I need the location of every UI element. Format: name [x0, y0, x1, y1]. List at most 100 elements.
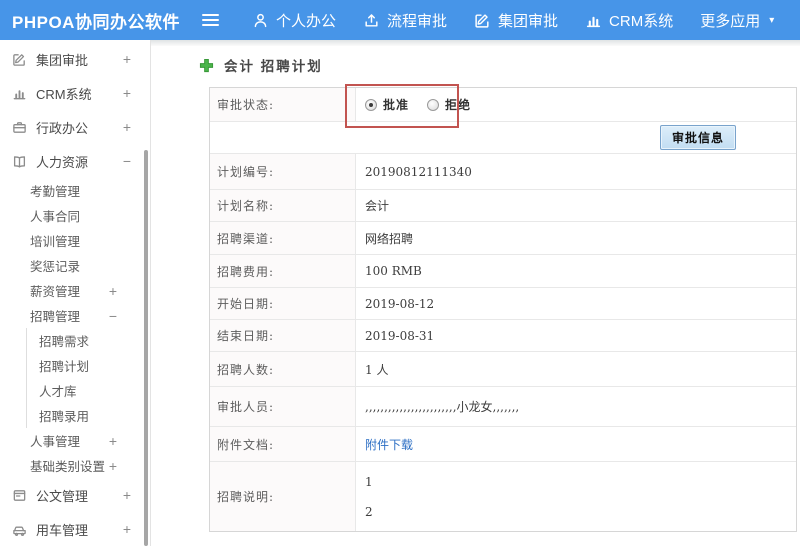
sidebar-item-label[interactable]: CRM系统 [36, 84, 92, 103]
sidebar-item-3[interactable]: 人力资源 − [0, 144, 150, 178]
sidebar-menu: 集团审批 + CRM系统 + 行政办公 + 人力资源 − 考勤管理人事合同培训管理奖惩记录薪资管… [0, 42, 150, 546]
approval-status-options: 批准 拒绝 [365, 96, 471, 113]
sidebar-item-label[interactable]: 人才库 [39, 381, 77, 400]
sidebar-item-2[interactable]: 行政办公 + [0, 110, 150, 144]
sidebar-item-label[interactable]: 人事管理 [30, 431, 80, 450]
top-nav-item-label[interactable]: CRM系统 [609, 10, 673, 31]
field-label: 结束日期: [210, 320, 356, 351]
sidebar-item-label[interactable]: 基础类别设置 [30, 456, 105, 475]
page-title: 会计 招聘计划 [224, 59, 323, 74]
field-label: 招聘人数: [210, 352, 356, 386]
expand-icon[interactable]: + [123, 521, 131, 537]
approval-info-button[interactable]: 审批信息 [659, 125, 736, 150]
sidebar-item-6[interactable]: 培训管理 [0, 228, 150, 253]
top-bar: PHPOA协同办公软件 个人办公 流程审批 集团审批 CRM系统 更多应用 ▾ [0, 0, 800, 40]
reject-radio-option[interactable]: 拒绝 [427, 96, 471, 113]
top-nav-item-label[interactable]: 流程审批 [387, 10, 447, 31]
main-content: 会计 招聘计划 审批状态: 批准 拒绝 审批信息 计划编号: 201908121… [151, 40, 800, 546]
approve-radio-option[interactable]: 批准 [365, 96, 409, 113]
sidebar-item-11[interactable]: 招聘计划 [26, 353, 150, 378]
chevron-down-icon[interactable]: ▾ [769, 15, 774, 26]
sidebar-item-15[interactable]: 基础类别设置 + [0, 453, 150, 478]
top-nav-item[interactable]: 更多应用 ▾ [700, 10, 774, 31]
car-icon [12, 522, 27, 537]
sidebar-scrollbar[interactable] [144, 150, 148, 546]
sidebar-item-label[interactable]: 集团审批 [36, 50, 88, 69]
collapse-icon[interactable]: − [123, 153, 131, 169]
sidebar-item-label[interactable]: 用车管理 [36, 520, 88, 539]
sidebar-item-10[interactable]: 招聘需求 [26, 328, 150, 353]
expand-icon[interactable]: + [123, 51, 131, 67]
radio-approve-label[interactable]: 批准 [383, 96, 409, 113]
top-nav-item-label[interactable]: 个人办公 [276, 10, 336, 31]
top-nav-item[interactable]: 流程审批 [363, 10, 447, 31]
table-row: 审批人员: ,,,,,,,,,,,,,,,,,,,,,,,,小龙女,,,,,,, [210, 386, 796, 426]
sidebar-item-label[interactable]: 培训管理 [30, 231, 80, 250]
sidebar-item-7[interactable]: 奖惩记录 [0, 253, 150, 278]
sidebar-item-label[interactable]: 招聘需求 [39, 331, 89, 350]
field-value: 网络招聘 [365, 231, 414, 246]
sidebar-item-17[interactable]: 用车管理 + [0, 512, 150, 546]
top-nav-item[interactable]: CRM系统 [585, 10, 673, 31]
sidebar-item-label[interactable]: 人力资源 [36, 152, 88, 171]
sidebar-item-label[interactable]: 行政办公 [36, 118, 88, 137]
bar-chart-icon [585, 12, 602, 29]
expand-icon[interactable]: + [123, 487, 131, 503]
user-icon [252, 12, 269, 29]
doc-icon [12, 488, 27, 503]
top-nav-item-label[interactable]: 集团审批 [498, 10, 558, 31]
field-value: 会计 [365, 199, 390, 213]
sidebar-item-9[interactable]: 招聘管理 − [0, 303, 150, 328]
sidebar-item-4[interactable]: 考勤管理 [0, 178, 150, 203]
sidebar-item-label[interactable]: 招聘录用 [39, 406, 89, 425]
sidebar-item-13[interactable]: 招聘录用 [26, 403, 150, 428]
title-row: 会计 招聘计划 [199, 56, 800, 74]
sidebar-item-0[interactable]: 集团审批 + [0, 42, 150, 76]
field-label: 招聘费用: [210, 255, 356, 287]
expand-icon[interactable]: + [109, 283, 117, 299]
add-icon[interactable] [199, 58, 214, 73]
collapse-icon[interactable]: − [109, 308, 117, 324]
top-nav-item[interactable]: 个人办公 [252, 10, 336, 31]
edit-square-icon [12, 52, 27, 67]
edit-square-icon [474, 12, 491, 29]
table-row: 附件文档: 附件下载 [210, 426, 796, 461]
sidebar-item-12[interactable]: 人才库 [26, 378, 150, 403]
sidebar-item-label[interactable]: 公文管理 [36, 486, 88, 505]
sidebar-item-16[interactable]: 公文管理 + [0, 478, 150, 512]
field-label: 审批人员: [210, 387, 356, 426]
hamburger-menu-icon[interactable] [202, 14, 222, 26]
radio-approve[interactable] [365, 98, 377, 111]
top-nav-item-label[interactable]: 更多应用 [700, 10, 760, 31]
attachment-download-link[interactable]: 附件下载 [365, 436, 413, 453]
expand-icon[interactable]: + [123, 85, 131, 101]
expand-icon[interactable]: + [109, 433, 117, 449]
expand-icon[interactable]: + [109, 458, 117, 474]
sidebar-item-label[interactable]: 招聘管理 [30, 306, 80, 325]
field-value: 20190812111340 [365, 164, 472, 179]
radio-reject[interactable] [427, 98, 440, 111]
field-label: 招聘渠道: [210, 222, 356, 254]
sidebar-item-label[interactable]: 考勤管理 [30, 181, 80, 200]
field-value: ,,,,,,,,,,,,,,,,,,,,,,,,小龙女,,,,,,, [365, 400, 520, 414]
recruit-plan-form: 审批状态: 批准 拒绝 审批信息 计划编号: 20190812111340 计划名称… [209, 87, 797, 532]
table-row: 招聘费用: 100 RMB [210, 254, 796, 287]
field-value: 2019-08-31 [365, 328, 435, 343]
field-value: 1 人 [365, 362, 389, 377]
sidebar-item-14[interactable]: 人事管理 + [0, 428, 150, 453]
field-label: 招聘说明: [210, 462, 356, 531]
sidebar-item-label[interactable]: 奖惩记录 [30, 256, 80, 275]
sidebar-item-1[interactable]: CRM系统 + [0, 76, 150, 110]
sidebar-item-label[interactable]: 人事合同 [30, 206, 80, 225]
sidebar-item-5[interactable]: 人事合同 [0, 203, 150, 228]
radio-reject-label[interactable]: 拒绝 [445, 96, 471, 113]
approval-button-row: 审批信息 [210, 121, 796, 153]
approval-status-row: 审批状态: 批准 拒绝 [210, 88, 796, 121]
sidebar-item-label[interactable]: 招聘计划 [39, 356, 89, 375]
sidebar-item-label[interactable]: 薪资管理 [30, 281, 80, 300]
sidebar-item-8[interactable]: 薪资管理 + [0, 278, 150, 303]
top-nav-item[interactable]: 集团审批 [474, 10, 558, 31]
field-value-line: 1 [365, 474, 373, 489]
expand-icon[interactable]: + [123, 119, 131, 135]
app-logo: PHPOA协同办公软件 [12, 12, 180, 32]
